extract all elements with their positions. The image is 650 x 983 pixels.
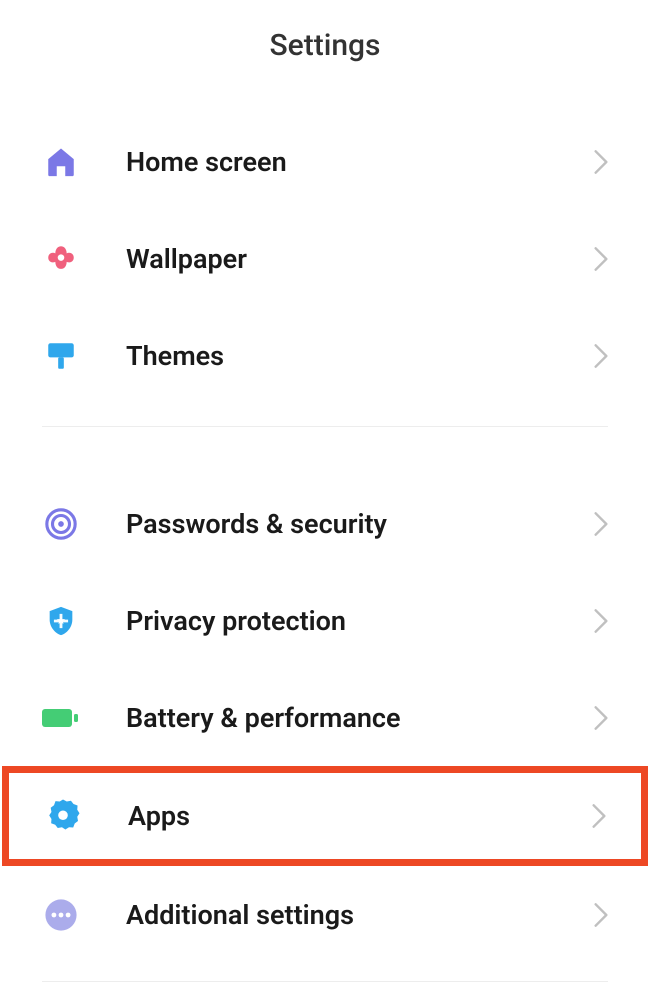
item-label: Home screen <box>126 146 594 178</box>
item-label: Privacy protection <box>126 605 594 637</box>
settings-item-apps[interactable]: Apps <box>2 766 648 866</box>
chevron-right-icon <box>594 609 608 633</box>
gear-icon <box>44 797 82 835</box>
settings-item-wallpaper[interactable]: Wallpaper <box>0 210 650 307</box>
settings-item-home-screen[interactable]: Home screen <box>0 113 650 210</box>
settings-list: Home screen Wallpaper Themes <box>0 113 650 982</box>
item-label: Additional settings <box>126 899 594 931</box>
flower-icon <box>42 240 80 278</box>
dots-icon <box>42 896 80 934</box>
item-label: Wallpaper <box>126 243 594 275</box>
chevron-right-icon <box>594 247 608 271</box>
header: Settings <box>0 0 650 113</box>
chevron-right-icon <box>594 150 608 174</box>
page-title: Settings <box>0 28 650 63</box>
shield-icon <box>42 602 80 640</box>
battery-icon <box>42 699 80 737</box>
chevron-right-icon <box>594 344 608 368</box>
item-label: Themes <box>126 340 594 372</box>
settings-item-battery-performance[interactable]: Battery & performance <box>0 669 650 766</box>
chevron-right-icon <box>594 706 608 730</box>
settings-item-passwords-security[interactable]: Passwords & security <box>0 475 650 572</box>
chevron-right-icon <box>592 804 606 828</box>
item-label: Passwords & security <box>126 508 594 540</box>
home-icon <box>42 143 80 181</box>
item-label: Apps <box>128 800 592 832</box>
chevron-right-icon <box>594 903 608 927</box>
divider <box>42 981 608 982</box>
settings-item-additional-settings[interactable]: Additional settings <box>0 866 650 963</box>
settings-item-themes[interactable]: Themes <box>0 307 650 404</box>
divider <box>42 426 608 427</box>
brush-icon <box>42 337 80 375</box>
item-label: Battery & performance <box>126 702 594 734</box>
chevron-right-icon <box>594 512 608 536</box>
fingerprint-icon <box>42 505 80 543</box>
settings-item-privacy-protection[interactable]: Privacy protection <box>0 572 650 669</box>
